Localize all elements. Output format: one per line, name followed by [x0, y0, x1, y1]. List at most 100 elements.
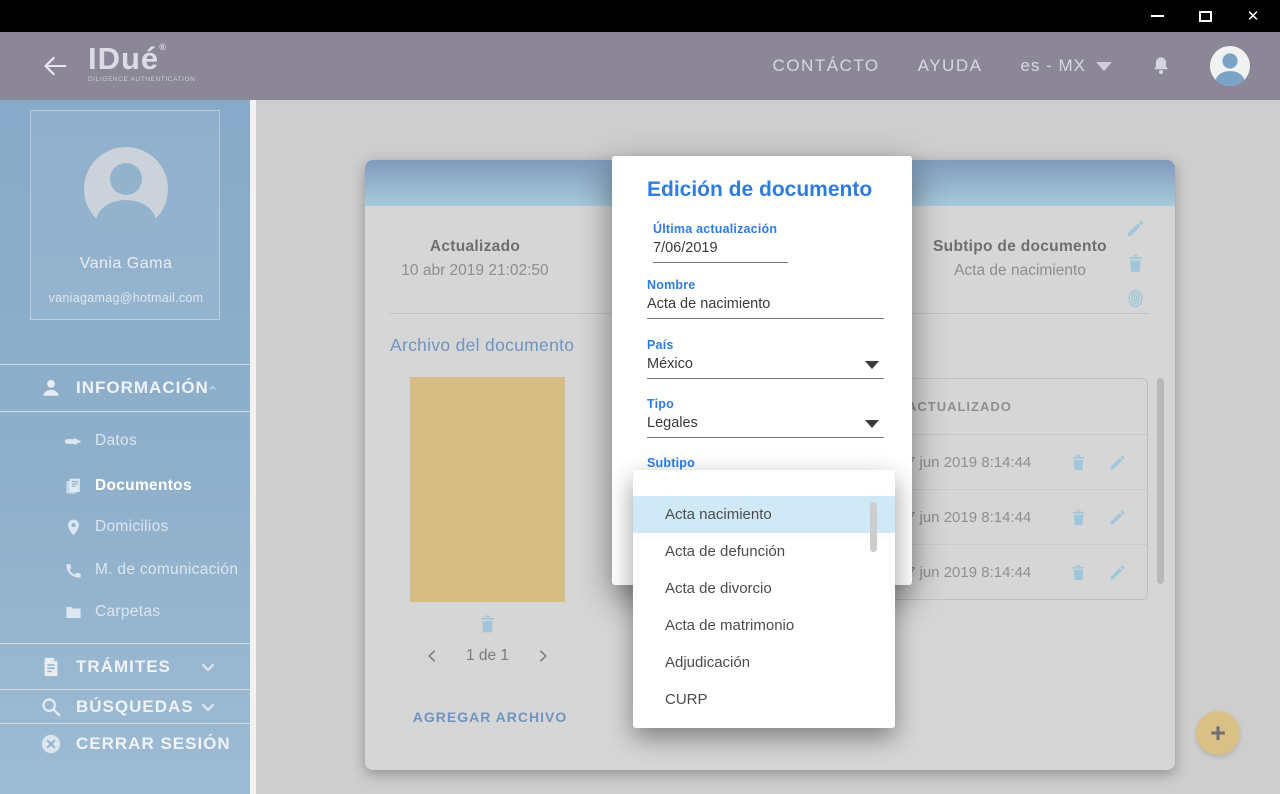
sidebar-item-documentos[interactable]: Documentos: [0, 471, 250, 501]
field-label: Tipo: [647, 397, 884, 411]
document-file-thumbnail[interactable]: [410, 377, 565, 602]
type-select[interactable]: Legales: [647, 415, 884, 438]
maximize-button[interactable]: [1192, 6, 1218, 26]
back-button[interactable]: [42, 52, 70, 80]
edit-button[interactable]: [1125, 218, 1146, 239]
table-scrollbar[interactable]: [1157, 378, 1164, 584]
history-table: ACTUALIZADO 7 jun 2019 8:14:44 7 jun 201…: [890, 378, 1148, 600]
name-input[interactable]: Acta de nacimiento: [647, 296, 884, 319]
person-icon: [1210, 46, 1250, 86]
logo-tagline: DILIGENCE AUTHENTICATION: [88, 76, 195, 83]
chevron-right-icon: [536, 649, 550, 663]
fingerprint-button[interactable]: [1125, 288, 1146, 309]
folder-icon: [64, 603, 83, 622]
country-select[interactable]: México: [647, 356, 884, 379]
subtype-info: Subtipo de documento Acta de nacimiento: [920, 238, 1120, 280]
edit-row-button[interactable]: [1108, 508, 1127, 527]
sidebar-item-label: Carpetas: [95, 603, 160, 621]
delete-row-button[interactable]: [1069, 563, 1088, 582]
sidebar-section-informacion[interactable]: INFORMACIÓN: [0, 364, 250, 412]
chevron-up-icon: [209, 380, 216, 396]
dropdown-scrollbar[interactable]: [870, 502, 877, 552]
dropdown-option[interactable]: Acta de matrimonio: [633, 607, 895, 644]
sidebar-logout[interactable]: CERRAR SESIÓN: [0, 728, 250, 760]
chevron-down-icon[interactable]: [865, 420, 879, 428]
country-field[interactable]: País México: [647, 338, 884, 379]
sidebar-item-carpetas[interactable]: Carpetas: [0, 597, 250, 627]
add-document-fab[interactable]: +: [1196, 711, 1240, 755]
pencil-icon: [1108, 563, 1127, 582]
location-pin-icon: [64, 518, 83, 537]
sidebar-item-comunicacion[interactable]: M. de comunicación: [0, 555, 250, 585]
logout-label: CERRAR SESIÓN: [76, 734, 231, 754]
chevron-down-icon: [1096, 62, 1112, 71]
nav-contact[interactable]: CONTÁCTO: [773, 56, 880, 76]
subtype-value: Acta de nacimiento: [920, 262, 1120, 280]
section-label: TRÁMITES: [76, 657, 171, 677]
bell-icon: [1150, 54, 1172, 78]
app-logo[interactable]: IDué® DILIGENCE AUTHENTICATION: [88, 43, 195, 83]
language-selector[interactable]: es - MX: [1020, 56, 1112, 76]
sidebar-section-tramites[interactable]: TRÁMITES: [0, 643, 250, 690]
file-section-title: Archivo del documento: [390, 335, 574, 356]
previous-page-button[interactable]: [425, 649, 439, 663]
sidebar-section-busquedas[interactable]: BÚSQUEDAS: [0, 690, 250, 724]
dropdown-option[interactable]: Acta de defunción: [633, 533, 895, 570]
pencil-icon: [1125, 218, 1146, 239]
sidebar-item-domicilios[interactable]: Domicilios: [0, 512, 250, 542]
file-pagination: 1 de 1: [425, 647, 550, 665]
sidebar-item-datos[interactable]: Datos: [0, 426, 250, 456]
next-page-button[interactable]: [536, 649, 550, 663]
document-icon: [40, 656, 62, 678]
section-label: BÚSQUEDAS: [76, 697, 194, 717]
updated-value: 10 abr 2019 21:02:50: [375, 262, 575, 280]
app-window: ✕ IDué® DILIGENCE AUTHENTICATION CONTÁCT…: [0, 0, 1280, 794]
profile-avatar: [84, 147, 168, 231]
name-field[interactable]: Nombre Acta de nacimiento: [647, 278, 884, 319]
notifications-button[interactable]: [1150, 54, 1172, 78]
minimize-button[interactable]: [1144, 6, 1170, 26]
close-button[interactable]: ✕: [1240, 6, 1266, 26]
plus-icon: +: [1210, 718, 1226, 749]
trash-icon: [1125, 253, 1146, 274]
language-value: es - MX: [1020, 56, 1086, 76]
table-row: 7 jun 2019 8:14:44: [891, 490, 1147, 545]
person-icon: [40, 377, 62, 399]
chevron-down-icon: [200, 659, 216, 675]
sidebar-item-label: Domicilios: [95, 518, 169, 536]
phone-icon: [64, 561, 83, 580]
tag-icon: [64, 432, 83, 451]
delete-row-button[interactable]: [1069, 453, 1088, 472]
page-indicator: 1 de 1: [466, 647, 509, 665]
minimize-icon: [1151, 15, 1164, 17]
trash-icon: [1069, 563, 1088, 582]
dropdown-option[interactable]: Adjudicación: [633, 644, 895, 681]
updated-info: Actualizado 10 abr 2019 21:02:50: [375, 238, 575, 280]
delete-button[interactable]: [1125, 253, 1146, 274]
delete-file-button[interactable]: [477, 613, 498, 635]
chevron-down-icon[interactable]: [865, 361, 879, 369]
window-titlebar: ✕: [0, 0, 1280, 32]
column-header-actualizado: ACTUALIZADO: [907, 399, 1012, 414]
last-update-field[interactable]: Última actualización 7/06/2019: [653, 222, 788, 263]
delete-row-button[interactable]: [1069, 508, 1088, 527]
edit-row-button[interactable]: [1108, 563, 1127, 582]
dropdown-option[interactable]: Acta de divorcio: [633, 570, 895, 607]
field-label: Nombre: [647, 278, 884, 292]
last-update-input[interactable]: 7/06/2019: [653, 240, 788, 263]
header-nav: CONTÁCTO AYUDA es - MX: [773, 32, 1250, 100]
nav-help[interactable]: AYUDA: [918, 56, 983, 76]
documents-icon: [64, 477, 83, 496]
trash-icon: [1069, 453, 1088, 472]
field-label: Subtipo: [647, 456, 884, 470]
pencil-icon: [1108, 508, 1127, 527]
type-field[interactable]: Tipo Legales: [647, 397, 884, 438]
user-avatar[interactable]: [1210, 46, 1250, 86]
add-file-button[interactable]: AGREGAR ARCHIVO: [390, 709, 590, 725]
edit-row-button[interactable]: [1108, 453, 1127, 472]
app-header: IDué® DILIGENCE AUTHENTICATION CONTÁCTO …: [0, 32, 1280, 100]
table-header-row: ACTUALIZADO: [891, 379, 1147, 435]
dropdown-option[interactable]: CURP: [633, 681, 895, 718]
subtype-field[interactable]: Subtipo: [647, 456, 884, 470]
dropdown-option[interactable]: Acta nacimiento: [633, 496, 895, 533]
